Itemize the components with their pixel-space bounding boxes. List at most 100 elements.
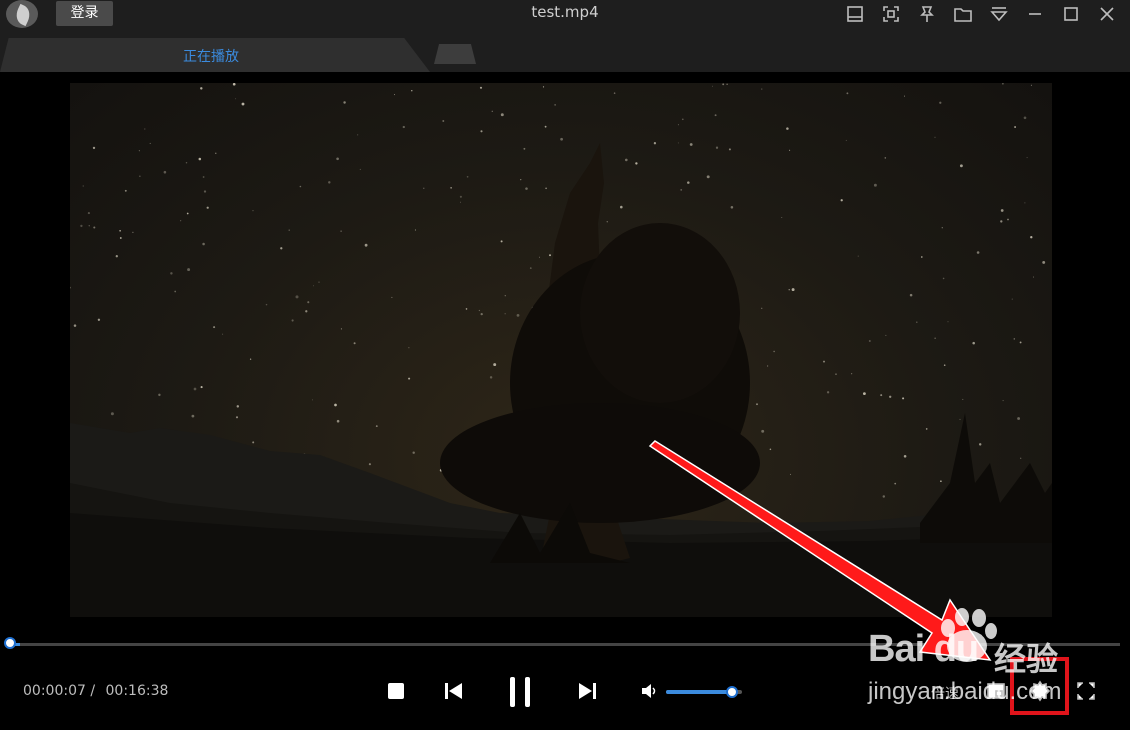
star <box>894 482 897 485</box>
star <box>941 227 943 229</box>
star <box>357 134 359 136</box>
star <box>826 391 830 394</box>
star <box>180 220 182 222</box>
star <box>1024 202 1026 204</box>
star <box>976 251 980 254</box>
star <box>215 152 217 154</box>
star <box>291 319 294 322</box>
star <box>460 201 461 203</box>
star <box>868 340 871 342</box>
minimize-icon[interactable] <box>1022 2 1048 26</box>
star <box>241 102 245 106</box>
star <box>236 405 240 408</box>
star <box>185 162 188 164</box>
stop-icon[interactable] <box>384 679 408 703</box>
previous-icon[interactable] <box>441 679 465 703</box>
star <box>767 365 769 367</box>
video-frame[interactable] <box>70 83 1052 617</box>
star <box>124 189 127 192</box>
star <box>925 428 928 430</box>
star <box>119 237 122 239</box>
star <box>198 157 202 161</box>
star <box>70 286 71 289</box>
star <box>92 146 96 150</box>
star <box>1030 84 1032 86</box>
star <box>478 309 481 312</box>
star <box>823 360 825 363</box>
star <box>311 399 314 401</box>
volume-handle[interactable] <box>726 686 738 698</box>
watermark-url: jingyan.baidu.com <box>868 678 1062 705</box>
star <box>1000 220 1003 223</box>
star <box>845 139 847 141</box>
star <box>206 206 209 209</box>
star <box>252 210 254 212</box>
star <box>714 114 717 117</box>
star <box>252 441 255 444</box>
star <box>1030 236 1033 239</box>
star <box>110 412 114 416</box>
star <box>786 127 789 130</box>
star <box>186 212 189 215</box>
maximize-icon[interactable] <box>1058 2 1084 26</box>
star <box>368 463 371 466</box>
star <box>299 185 302 188</box>
star <box>343 101 346 104</box>
star <box>82 185 84 187</box>
star <box>318 281 320 283</box>
star <box>170 272 173 275</box>
star <box>903 455 907 458</box>
menu-icon[interactable] <box>986 2 1012 26</box>
star <box>542 86 545 88</box>
star <box>163 170 167 174</box>
new-tab-button[interactable] <box>434 44 476 64</box>
star <box>882 495 886 498</box>
fullscreen-icon[interactable] <box>1075 681 1097 701</box>
time-display: 00:00:07 / 00:16:38 <box>23 683 174 699</box>
star <box>280 247 283 250</box>
star <box>653 142 657 145</box>
star <box>480 130 483 133</box>
folder-icon[interactable] <box>950 2 976 26</box>
star <box>942 277 945 280</box>
pause-icon[interactable] <box>505 674 535 710</box>
star <box>313 285 314 287</box>
star <box>88 225 90 227</box>
current-time: 00:00:07 / <box>23 683 96 699</box>
star <box>307 301 310 304</box>
pin-icon[interactable] <box>914 2 940 26</box>
star <box>520 178 522 181</box>
star <box>408 377 411 380</box>
star <box>680 189 683 191</box>
star <box>851 373 853 375</box>
star <box>334 403 337 407</box>
duration: 00:16:38 <box>105 683 169 699</box>
star <box>835 373 837 375</box>
screenshot-icon[interactable] <box>878 2 904 26</box>
star <box>523 147 526 150</box>
star <box>635 162 638 165</box>
star <box>681 118 684 121</box>
next-icon[interactable] <box>576 679 600 703</box>
star <box>414 229 416 231</box>
star <box>790 473 792 475</box>
volume-icon[interactable] <box>640 682 660 700</box>
star <box>364 243 368 247</box>
star <box>538 256 540 258</box>
mini-mode-icon[interactable] <box>842 2 868 26</box>
star <box>677 142 679 144</box>
star <box>840 199 843 202</box>
star <box>391 296 393 298</box>
star <box>972 341 975 345</box>
progress-handle[interactable] <box>4 637 16 649</box>
star <box>525 187 528 190</box>
star <box>545 187 547 190</box>
star <box>115 255 118 258</box>
close-icon[interactable] <box>1094 2 1120 26</box>
star <box>93 226 96 229</box>
star <box>791 288 795 292</box>
star <box>73 324 77 327</box>
star <box>909 293 913 297</box>
star <box>677 124 679 126</box>
star <box>336 157 339 161</box>
